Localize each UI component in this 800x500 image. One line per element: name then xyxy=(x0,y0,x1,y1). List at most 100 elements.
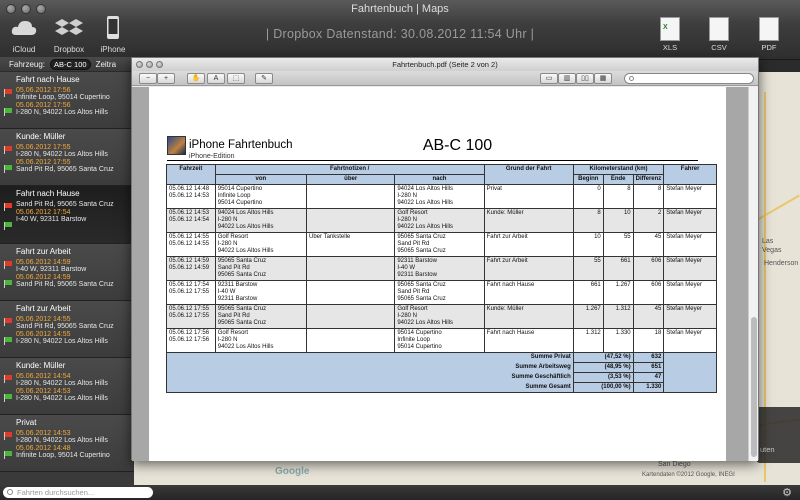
summary-value: 47 xyxy=(632,372,665,383)
vehicle-select[interactable]: AB-C 100 xyxy=(50,58,91,70)
zoom-out-button[interactable]: − xyxy=(139,73,157,84)
summary-row: Summe Geschäftlich (3,53 %) 47 xyxy=(166,372,717,383)
end-flag-icon xyxy=(4,108,13,116)
col-ueber: über xyxy=(306,174,396,185)
hand-tool-button[interactable]: ✋ xyxy=(187,73,205,84)
to-line: 95014 Cupertino xyxy=(397,344,442,350)
km-end-cell: 1.330 xyxy=(602,328,634,353)
from-line: 95014 Cupertino xyxy=(217,200,263,206)
km-end-cell: 1.267 xyxy=(602,280,634,305)
summary-label: Summe Geschäftlich xyxy=(166,372,574,383)
via-cell xyxy=(306,256,396,281)
list-item[interactable]: Kunde: Müller 05.06.2012 14:54 I-280 N, … xyxy=(0,357,134,416)
to-line: 94024 Los Altos Hills xyxy=(397,186,454,192)
time-start: 05.06.12 14:55 xyxy=(169,234,210,240)
trip-end-time: 05.06.2012 14:55 xyxy=(16,330,71,338)
from-line: Sand Pit Rd xyxy=(217,265,250,271)
view-thumbnails-button[interactable]: ▦ xyxy=(594,73,612,84)
summary-row: Summe Privat (47,52 %) 632 xyxy=(166,352,717,393)
preview-close-button[interactable] xyxy=(136,61,143,68)
to-line: Golf Resort xyxy=(397,306,428,312)
zoom-out-icon: − xyxy=(145,75,151,82)
table-row: 05.06.12 17:56 05.06.12 17:56 Golf Resort… xyxy=(166,328,717,353)
export-xls-button[interactable]: X XLS xyxy=(652,17,688,52)
summary-percent: (100,00 %) xyxy=(572,382,634,393)
trip-start-address: I-280 N, 94022 Los Altos Hills xyxy=(16,437,108,445)
map-overlay-text: uten xyxy=(760,445,775,454)
export-csv-button[interactable]: CSV xyxy=(701,17,737,52)
col-fahrzeit: Fahrzeit xyxy=(166,164,216,185)
km-start-cell: 10 xyxy=(572,232,604,257)
list-item[interactable]: Fahrt zur Arbeit 05.06.2012 14:59 I-40 W… xyxy=(0,243,134,301)
col-km: Kilometerstand (km) xyxy=(572,164,665,175)
km-start-cell: 55 xyxy=(572,256,604,281)
preview-title: Fahrtenbuch.pdf (Seite 2 von 2) xyxy=(392,60,498,69)
xls-label: XLS xyxy=(662,43,678,52)
from-line: 92311 Barstow xyxy=(217,296,258,302)
from-line: Golf Resort xyxy=(217,330,249,336)
list-item[interactable]: Fahrt zur Arbeit 05.06.2012 14:55 Sand P… xyxy=(0,300,134,358)
scroll-thumb[interactable] xyxy=(751,317,757,457)
col-nach: nach xyxy=(394,174,485,185)
view-single-button[interactable]: ▭ xyxy=(540,73,558,84)
from-line: I-280 N xyxy=(217,217,238,223)
document-viewport[interactable]: iPhone Fahrtenbuch iPhone-Edition AB-C 1… xyxy=(132,87,749,461)
preview-scrollbar[interactable] xyxy=(748,87,758,461)
to-line: 94022 Los Altos Hills xyxy=(397,224,454,230)
trip-title: Fahrt zur Arbeit xyxy=(16,303,71,313)
search-input[interactable]: Fahrten durchsuchen... xyxy=(3,487,153,498)
view-sidebar-button[interactable]: ▥ xyxy=(558,73,576,84)
table-row: 05.06.12 17:54 05.06.12 17:55 92311 Barst… xyxy=(166,280,717,305)
reason-cell: Fahrt nach Hause xyxy=(483,280,574,305)
to-line: 95065 Santa Cruz xyxy=(397,248,446,254)
iphone-label: iPhone xyxy=(100,45,126,54)
time-end: 05.06.12 17:56 xyxy=(169,337,210,343)
end-flag-icon xyxy=(4,393,13,402)
km-end-cell: 55 xyxy=(602,232,634,257)
annotate-button[interactable]: ✎ xyxy=(255,73,273,84)
to-line: I-280 N xyxy=(397,193,418,199)
end-flag-icon xyxy=(4,222,13,231)
trip-end-address: I-280 N, 94022 Los Altos Hills xyxy=(16,394,108,402)
summary-percent: (47,52 %) xyxy=(572,352,634,363)
reason-cell: Kunde: Müller xyxy=(483,208,574,233)
from-line: 95065 Santa Cruz xyxy=(217,258,267,264)
hand-icon: ✋ xyxy=(191,75,201,82)
to-line: 92311 Barstow xyxy=(397,272,437,278)
col-beginn: Beginn xyxy=(572,174,604,185)
time-end: 05.06.12 17:55 xyxy=(169,289,210,295)
app-window: Las Vegas Henderson San Diego Kartendate… xyxy=(0,0,800,500)
driver-cell: Stefan Meyer xyxy=(663,232,717,257)
list-item[interactable]: Fahrt nach Hause 05.06.2012 17:56 Infini… xyxy=(0,72,134,130)
km-end-cell: 8 xyxy=(602,184,634,209)
list-item-selected[interactable]: Fahrt nach Hause Sand Pit Rd, 95065 Sant… xyxy=(0,186,134,244)
trip-start-time: 05.06.2012 14:59 xyxy=(16,258,71,266)
trip-title: Privat xyxy=(16,418,37,428)
preview-search-input[interactable] xyxy=(624,73,754,84)
reason-cell: Privat xyxy=(483,184,574,209)
zoom-in-button[interactable]: + xyxy=(157,73,175,84)
export-pdf-button[interactable]: PDF xyxy=(751,17,787,52)
trip-end-address: I-40 W, 92311 Barstow xyxy=(16,216,87,224)
time-end: 05.06.12 14:55 xyxy=(169,241,210,247)
time-start: 05.06.12 17:55 xyxy=(169,306,210,312)
view-two-page-button[interactable]: ▯▯ xyxy=(576,73,594,84)
preview-zoom-button[interactable] xyxy=(156,61,163,68)
list-item[interactable]: Kunde: Müller 05.06.2012 17:55 I-280 N, … xyxy=(0,129,134,187)
trip-start-time: 05.06.2012 14:53 xyxy=(16,430,71,438)
bottom-bar: Fahrten durchsuchen... xyxy=(0,485,800,500)
table-row: 05.06.12 17:55 05.06.12 17:55 95065 Santa… xyxy=(166,304,717,329)
text-tool-button[interactable]: A xyxy=(207,73,225,84)
map-overlay-panel[interactable]: uten xyxy=(756,407,800,463)
from-line: 94022 Los Altos Hills xyxy=(217,248,274,254)
gear-icon[interactable]: ⚙ xyxy=(782,486,792,499)
select-tool-button[interactable]: ⬚ xyxy=(227,73,245,84)
window-title: Fahrtenbuch | Maps xyxy=(351,3,449,15)
preview-minimize-button[interactable] xyxy=(146,61,153,68)
trip-start-time: 05.06.2012 17:55 xyxy=(16,144,71,152)
from-line: 94024 Los Altos Hills xyxy=(217,210,274,216)
list-item[interactable]: Privat 05.06.2012 14:53 I-280 N, 94022 L… xyxy=(0,415,134,473)
km-diff-cell: 2 xyxy=(632,208,665,233)
trip-start-address: Sand Pit Rd, 95065 Santa Cruz xyxy=(16,322,114,330)
km-diff-cell: 45 xyxy=(632,304,665,329)
